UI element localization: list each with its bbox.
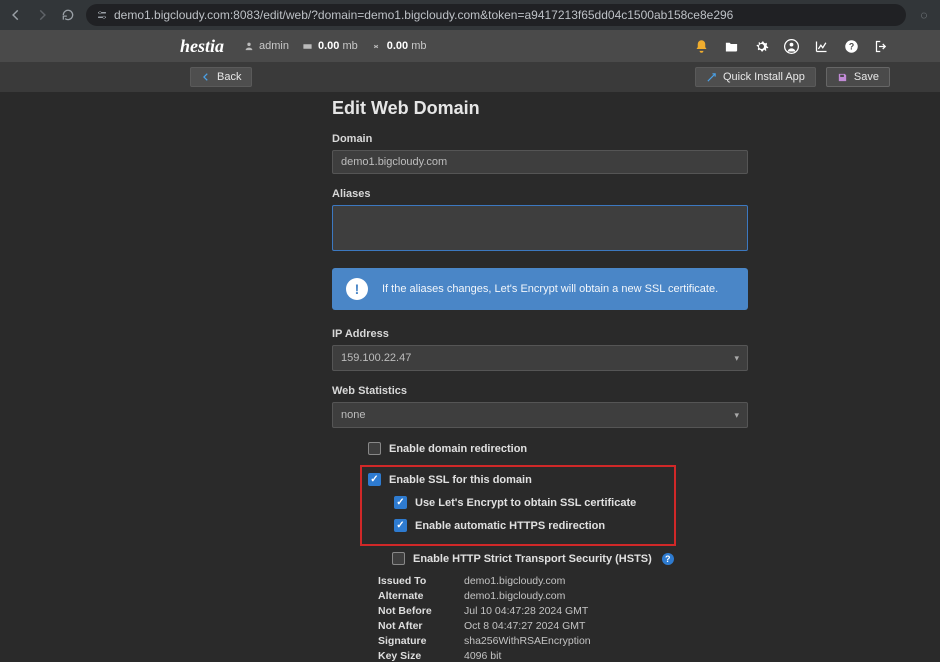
profile-icon[interactable] [782,37,800,55]
ssl-row: Key Size4096 bit [378,650,760,662]
hsts-label: Enable HTTP Strict Transport Security (H… [413,553,652,565]
disk-icon [302,41,313,52]
ssl-highlight-box: ✓ Enable SSL for this domain ✓ Use Let's… [360,465,676,546]
browser-extensions-icon[interactable]: ◌ [916,8,932,22]
domain-label: Domain [332,133,760,145]
ip-select[interactable]: 159.100.22.47 ▾ [332,345,748,371]
svg-text:?: ? [848,41,853,51]
user-and-usage: admin 0.00 mb 0.00 mb [244,40,427,52]
letsencrypt-checkbox[interactable]: ✓ [394,496,407,509]
arrow-left-icon [201,72,211,82]
enable-ssl-checkbox[interactable]: ✓ [368,473,381,486]
bandwidth-icon [371,41,382,52]
browser-back-icon[interactable] [8,7,24,23]
browser-reload-icon[interactable] [60,7,76,23]
ssl-row: Not BeforeJul 10 04:47:28 2024 GMT [378,605,760,617]
ip-label: IP Address [332,328,760,340]
help-icon[interactable]: ? [842,37,860,55]
chevron-down-icon: ▾ [734,353,739,364]
ssl-row: Signaturesha256WithRSAEncryption [378,635,760,647]
page-title: Edit Web Domain [332,98,760,119]
browser-forward-icon[interactable] [34,7,50,23]
gear-icon[interactable] [752,37,770,55]
user-icon [244,41,254,51]
save-button[interactable]: Save [826,67,890,87]
https-redirect-checkbox[interactable]: ✓ [394,519,407,532]
app-topbar: hestia admin 0.00 mb 0.00 mb [0,30,940,62]
user-name[interactable]: admin [259,40,289,52]
ssl-row: Issued Todemo1.bigcloudy.com [378,575,760,587]
quick-install-app-button[interactable]: Quick Install App [695,67,816,87]
logout-icon[interactable] [872,37,890,55]
domain-input[interactable] [332,150,748,174]
back-button[interactable]: Back [190,67,252,87]
https-redirect-label: Enable automatic HTTPS redirection [415,520,605,532]
magic-wand-icon [706,72,717,83]
chevron-down-icon: ▾ [734,410,739,421]
letsencrypt-label: Use Let's Encrypt to obtain SSL certific… [415,497,636,509]
floppy-disk-icon [837,72,848,83]
info-icon: ! [346,278,368,300]
aliases-label: Aliases [332,188,760,200]
url-text: demo1.bigcloudy.com:8083/edit/web/?domai… [114,8,733,22]
main-content: Edit Web Domain Domain Aliases ! If the … [0,92,760,662]
enable-ssl-label: Enable SSL for this domain [389,474,532,486]
stats-select[interactable]: none ▾ [332,402,748,428]
enable-redirect-checkbox[interactable] [368,442,381,455]
aliases-input[interactable] [332,205,748,251]
action-bar: Back Quick Install App Save [0,62,940,92]
filemanager-icon[interactable] [722,37,740,55]
stats-icon[interactable] [812,37,830,55]
notifications-icon[interactable] [692,37,710,55]
browser-chrome: demo1.bigcloudy.com:8083/edit/web/?domai… [0,0,940,30]
hsts-checkbox[interactable] [392,552,405,565]
ssl-row: Not AfterOct 8 04:47:27 2024 GMT [378,620,760,632]
ssl-row: Alternatedemo1.bigcloudy.com [378,590,760,602]
stats-label: Web Statistics [332,385,760,397]
enable-redirect-label: Enable domain redirection [389,443,527,455]
info-banner: ! If the aliases changes, Let's Encrypt … [332,268,748,310]
hestia-logo[interactable]: hestia [180,36,224,57]
site-info-icon[interactable] [96,9,108,21]
address-bar[interactable]: demo1.bigcloudy.com:8083/edit/web/?domai… [86,4,906,26]
ssl-info-table: Issued Todemo1.bigcloudy.com Alternatede… [378,575,760,662]
info-text: If the aliases changes, Let's Encrypt wi… [382,283,718,295]
hsts-help-icon[interactable]: ? [662,553,674,565]
